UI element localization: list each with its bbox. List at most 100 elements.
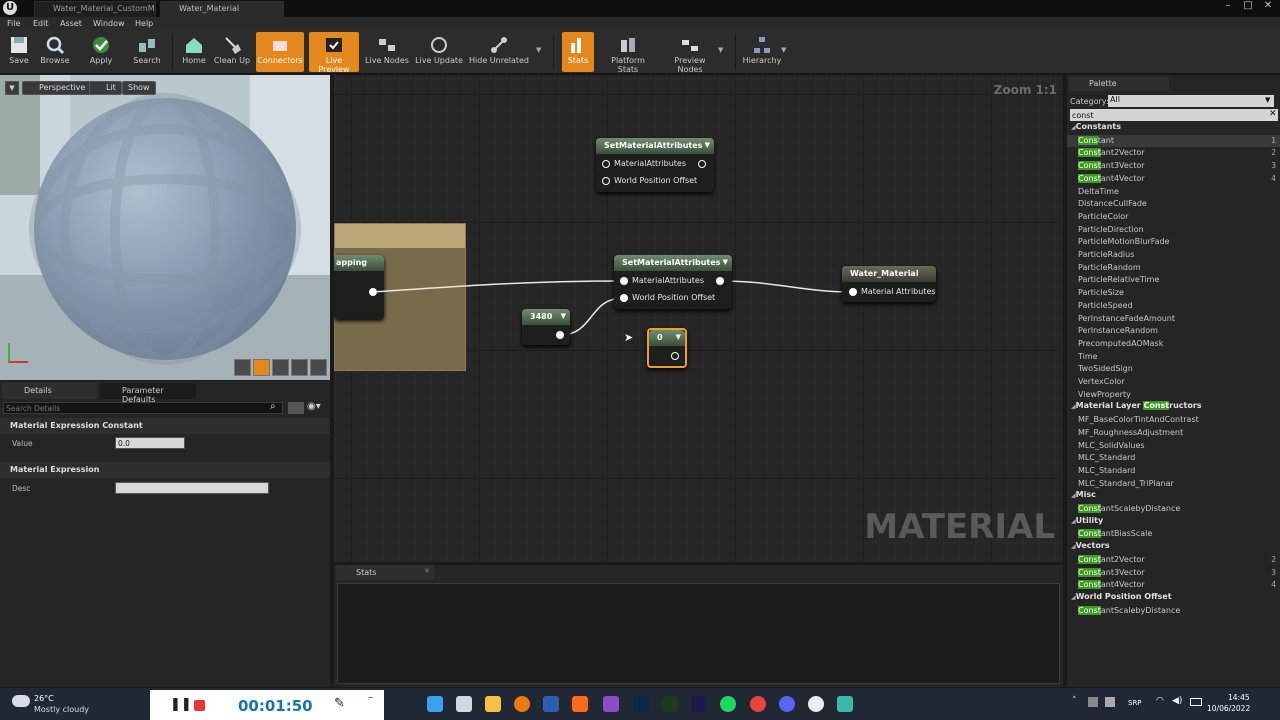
palette-category[interactable]: ◢Vectors: [1071, 541, 1110, 550]
palette-item-row[interactable]: ParticleSpeed: [1067, 300, 1280, 313]
pause-icon[interactable]: ❚❚: [170, 697, 192, 712]
plane-shape-button[interactable]: [272, 359, 289, 376]
water-material-result-node[interactable]: Water_Material Material Attributes: [842, 266, 936, 302]
preview-nodes-button[interactable]: Preview Nodes: [662, 32, 718, 74]
lit-button[interactable]: Lit: [89, 81, 122, 95]
palette-item-row[interactable]: DistanceCullFade: [1067, 198, 1280, 211]
cube-shape-button[interactable]: [291, 359, 308, 376]
palette-item-row[interactable]: PerInstanceFadeAmount: [1067, 313, 1280, 326]
tab-details[interactable]: Details: [2, 383, 97, 399]
palette-item-row[interactable]: MLC_SolidValues: [1067, 440, 1280, 453]
palette-item-row[interactable]: Constant 1: [1067, 134, 1280, 148]
palette-item-row[interactable]: MF_RoughnessAdjustment: [1067, 427, 1280, 440]
unreal-logo-icon[interactable]: U: [3, 1, 17, 15]
section-material-expression-constant[interactable]: Material Expression Constant: [0, 418, 330, 434]
palette-item-row[interactable]: MLC_Standard: [1067, 452, 1280, 465]
menu-window[interactable]: Window: [93, 17, 125, 30]
live-update-button[interactable]: Live Update: [414, 32, 464, 72]
custom-mesh-shape-button[interactable]: [310, 359, 327, 376]
maximize-button[interactable]: □: [1238, 0, 1258, 15]
eye-icon[interactable]: ◉▾: [307, 401, 321, 412]
palette-item-row[interactable]: ParticleSize: [1067, 287, 1280, 300]
draw-pen-icon[interactable]: ✎: [334, 696, 345, 711]
chrome-icon[interactable]: [750, 696, 766, 712]
collapse-arrow-icon[interactable]: ▼: [723, 258, 728, 266]
spotify-icon[interactable]: [720, 696, 736, 712]
close-tab-icon[interactable]: ✕: [424, 567, 430, 575]
tray-chevron-up-icon[interactable]: ˄: [1072, 696, 1077, 706]
collapse-arrow-icon[interactable]: ▼: [676, 333, 681, 341]
minimize-recorder-icon[interactable]: –: [368, 692, 373, 703]
category-dropdown[interactable]: All: [1108, 95, 1274, 107]
weather-cloud-icon[interactable]: [12, 695, 30, 707]
tray-icon[interactable]: [1088, 697, 1098, 707]
clock-time[interactable]: 14:45: [1228, 693, 1250, 702]
weather-desc[interactable]: Mostly cloudy: [34, 705, 89, 714]
constant-node-0-selected[interactable]: 0 ▼: [647, 328, 687, 368]
minimize-button[interactable]: –: [1218, 0, 1238, 15]
material-attributes-input-pin[interactable]: [849, 288, 857, 296]
close-button[interactable]: ✕: [1258, 0, 1278, 15]
pureref-icon[interactable]: [662, 696, 678, 712]
chevron-down-icon[interactable]: ▼: [781, 46, 786, 54]
palette-category[interactable]: ◢Constants: [1071, 122, 1121, 131]
set-material-attributes-node-1[interactable]: SetMaterialAttributes ▼ MaterialAttribut…: [596, 138, 714, 192]
palette-item-row[interactable]: ViewProperty: [1067, 389, 1280, 402]
section-material-expression[interactable]: Material Expression: [0, 462, 330, 478]
language-indicator[interactable]: SRP: [1128, 699, 1142, 707]
palette-item-row[interactable]: VertexColor: [1067, 376, 1280, 389]
clock-date[interactable]: 10/06/2022: [1207, 704, 1250, 713]
constant-output-pin[interactable]: [556, 331, 564, 339]
blender-icon[interactable]: [514, 696, 530, 712]
collapse-arrow-icon[interactable]: ▼: [561, 312, 566, 320]
photoshop-icon[interactable]: [633, 696, 649, 712]
palette-category[interactable]: ◢Material Layer Constructors: [1071, 401, 1202, 411]
task-view-icon[interactable]: [456, 696, 472, 712]
tray-icon[interactable]: [1105, 697, 1115, 707]
grid-view-icon[interactable]: [288, 402, 304, 414]
menu-help[interactable]: Help: [135, 17, 153, 30]
set-material-attributes-node-2[interactable]: SetMaterialAttributes ▼ MaterialAttribut…: [614, 255, 732, 309]
clear-search-icon[interactable]: ✕: [1269, 109, 1277, 119]
connectors-button[interactable]: Connectors: [256, 32, 304, 72]
search-button[interactable]: Search: [130, 32, 164, 72]
wifi-icon[interactable]: ◠: [1156, 696, 1164, 706]
show-button[interactable]: Show: [122, 81, 156, 95]
tab-stats[interactable]: Stats: [336, 565, 434, 580]
constant-output-pin[interactable]: [671, 352, 679, 360]
palette-item-row[interactable]: PerInstanceRandom: [1067, 325, 1280, 338]
palette-item-row[interactable]: ConstantScalebyDistance: [1067, 605, 1280, 618]
cylinder-shape-button[interactable]: [234, 359, 251, 376]
palette-item-row[interactable]: Constant2Vector 2: [1067, 147, 1280, 160]
platform-stats-button[interactable]: Platform Stats: [600, 32, 656, 74]
palette-item-row[interactable]: MLC_Standard_TriPlanar: [1067, 478, 1280, 491]
windows-start-icon[interactable]: [427, 696, 443, 712]
palette-item-row[interactable]: Constant4Vector 4: [1067, 173, 1280, 186]
doc-tab-water-material[interactable]: Water_Material: [160, 1, 284, 17]
palette-category[interactable]: ◢World Position Offset: [1071, 592, 1172, 601]
discord-icon[interactable]: [779, 696, 795, 712]
palette-search-input[interactable]: [1070, 109, 1278, 121]
palette-item-row[interactable]: ConstantScalebyDistance: [1067, 503, 1280, 516]
save-button[interactable]: Save: [4, 32, 34, 72]
unreal-engine-icon[interactable]: [808, 696, 824, 712]
palette-category[interactable]: ◢Misc: [1071, 490, 1096, 499]
screen-recorder-icon[interactable]: [837, 696, 853, 712]
word-icon[interactable]: [543, 696, 559, 712]
palette-item-row[interactable]: Time: [1067, 351, 1280, 364]
houdini-icon[interactable]: [572, 696, 588, 712]
palette-item-row[interactable]: ConstantBiasScale: [1067, 528, 1280, 541]
hide-unrelated-button[interactable]: Hide Unrelated: [469, 32, 529, 72]
collapse-arrow-icon[interactable]: ▼: [705, 141, 710, 149]
home-button[interactable]: Home: [178, 32, 210, 72]
output-pin[interactable]: [716, 277, 724, 285]
output-pin[interactable]: [698, 160, 706, 168]
tab-palette[interactable]: Palette: [1069, 77, 1169, 91]
palette-item-row[interactable]: Constant4Vector 4: [1067, 579, 1280, 592]
perspective-button[interactable]: Perspective: [22, 81, 92, 95]
battery-icon[interactable]: [1190, 698, 1202, 706]
after-effects-icon[interactable]: [691, 696, 707, 712]
search-details-input[interactable]: [3, 402, 283, 414]
menu-file[interactable]: File: [7, 17, 20, 30]
search-icon[interactable]: ⌕: [270, 401, 276, 412]
